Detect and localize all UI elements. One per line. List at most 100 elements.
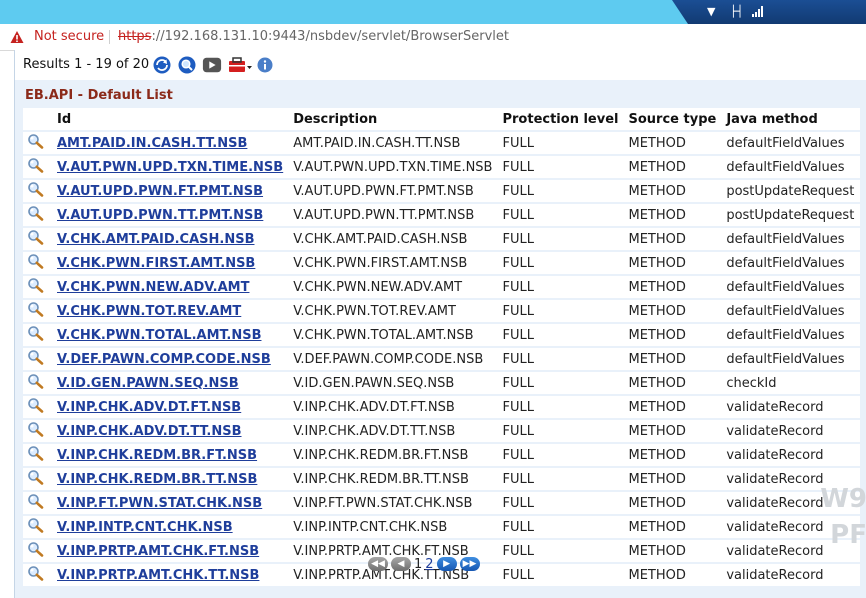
column-header-id: Id xyxy=(53,108,290,131)
table-row: V.INP.CHK.ADV.DT.FT.NSB V.INP.CHK.ADV.DT.… xyxy=(23,394,861,419)
source-type-cell: METHOD xyxy=(624,370,723,395)
warning-icon[interactable] xyxy=(10,30,24,44)
toolbox-icon[interactable] xyxy=(227,56,253,74)
record-id-cell: V.AUT.UPD.PWN.FT.PMT.NSB xyxy=(53,178,290,203)
record-id-link[interactable]: V.CHK.PWN.TOTAL.AMT.NSB xyxy=(57,328,261,343)
find-icon[interactable] xyxy=(177,56,197,74)
record-id-link[interactable]: V.INP.CHK.REDM.BR.FT.NSB xyxy=(57,448,257,463)
protection-level-cell: FULL xyxy=(498,154,625,179)
java-method-cell: validateRecord xyxy=(722,394,861,419)
record-id-link[interactable]: V.CHK.PWN.TOT.REV.AMT xyxy=(57,304,241,319)
record-id-link[interactable]: AMT.PAID.IN.CASH.TT.NSB xyxy=(57,136,247,151)
description-cell: V.AUT.UPD.PWN.FT.PMT.NSB xyxy=(289,178,499,203)
view-record-icon[interactable] xyxy=(23,538,53,563)
record-id-link[interactable]: V.INP.CHK.REDM.BR.TT.NSB xyxy=(57,472,257,487)
view-record-icon[interactable] xyxy=(23,250,53,275)
record-id-link[interactable]: V.INP.CHK.ADV.DT.TT.NSB xyxy=(57,424,242,439)
java-method-cell: defaultFieldValues xyxy=(722,226,861,251)
page-number-link[interactable]: 2 xyxy=(425,557,433,572)
view-record-icon[interactable] xyxy=(23,442,53,467)
table-header-row: Id Description Protection level Source t… xyxy=(23,108,861,131)
chevron-down-icon[interactable]: ▼ xyxy=(707,6,715,18)
view-record-icon[interactable] xyxy=(23,178,53,203)
record-id-cell: V.AUT.PWN.UPD.TXN.TIME.NSB xyxy=(53,154,290,179)
view-record-icon[interactable] xyxy=(23,130,53,155)
view-record-icon[interactable] xyxy=(23,370,53,395)
source-type-cell: METHOD xyxy=(624,418,723,443)
java-method-cell: defaultFieldValues xyxy=(722,298,861,323)
record-id-link[interactable]: V.CHK.AMT.PAID.CASH.NSB xyxy=(57,232,254,247)
column-header-icon xyxy=(23,108,53,131)
record-id-link[interactable]: V.INP.FT.PWN.STAT.CHK.NSB xyxy=(57,496,262,511)
view-record-icon[interactable] xyxy=(23,346,53,371)
description-cell: V.CHK.PWN.TOTAL.AMT.NSB xyxy=(289,322,499,347)
table-row: V.CHK.PWN.TOTAL.AMT.NSB V.CHK.PWN.TOTAL.A… xyxy=(23,322,861,347)
source-type-cell: METHOD xyxy=(624,250,723,275)
record-id-link[interactable]: V.CHK.PWN.FIRST.AMT.NSB xyxy=(57,256,255,271)
protection-level-cell: FULL xyxy=(498,538,625,563)
view-record-icon[interactable] xyxy=(23,154,53,179)
view-record-icon[interactable] xyxy=(23,274,53,299)
remote-connection-bar: ▼ ├┤ xyxy=(672,0,866,24)
view-record-icon[interactable] xyxy=(23,466,53,491)
description-cell: V.ID.GEN.PAWN.SEQ.NSB xyxy=(289,370,499,395)
record-id-cell: V.INP.CHK.ADV.DT.TT.NSB xyxy=(53,418,290,443)
source-type-cell: METHOD xyxy=(624,466,723,491)
security-status[interactable]: Not secure xyxy=(34,29,104,44)
view-record-icon[interactable] xyxy=(23,202,53,227)
protection-level-cell: FULL xyxy=(498,202,625,227)
record-id-link[interactable]: V.INP.PRTP.AMT.CHK.TT.NSB xyxy=(57,568,259,583)
view-record-icon[interactable] xyxy=(23,394,53,419)
protection-level-cell: FULL xyxy=(498,178,625,203)
pin-icon[interactable]: ├┤ xyxy=(730,6,743,18)
view-record-icon[interactable] xyxy=(23,298,53,323)
source-type-cell: METHOD xyxy=(624,298,723,323)
record-id-link[interactable]: V.CHK.PWN.NEW.ADV.AMT xyxy=(57,280,249,295)
url-text[interactable]: https://192.168.131.10:9443/nsbdev/servl… xyxy=(118,29,509,44)
protection-level-cell: FULL xyxy=(498,274,625,299)
next-page-icon[interactable]: ▶ xyxy=(436,557,457,571)
address-bar[interactable]: Not secure https://192.168.131.10:9443/n… xyxy=(0,24,866,51)
column-header-description: Description xyxy=(289,108,499,131)
list-title: EB.API - Default List xyxy=(25,88,173,103)
description-cell: V.INP.CHK.ADV.DT.TT.NSB xyxy=(289,418,499,443)
java-method-cell: checkId xyxy=(722,370,861,395)
description-cell: V.CHK.PWN.NEW.ADV.AMT xyxy=(289,274,499,299)
table-row: V.CHK.PWN.FIRST.AMT.NSB V.CHK.PWN.FIRST.A… xyxy=(23,250,861,275)
record-id-link[interactable]: V.INP.CHK.ADV.DT.FT.NSB xyxy=(57,400,241,415)
record-id-link[interactable]: V.DEF.PAWN.COMP.CODE.NSB xyxy=(57,352,271,367)
protection-level-cell: FULL xyxy=(498,562,625,586)
java-method-cell: defaultFieldValues xyxy=(722,154,861,179)
record-id-link[interactable]: V.ID.GEN.PAWN.SEQ.NSB xyxy=(57,376,239,391)
info-icon[interactable] xyxy=(255,56,275,74)
first-page-icon[interactable]: ◀◀ xyxy=(368,557,388,571)
view-record-icon[interactable] xyxy=(23,418,53,443)
content-area: Results 1 - 19 of 20 EB.API - Default Li… xyxy=(14,50,866,598)
record-id-link[interactable]: V.INP.INTP.CNT.CHK.NSB xyxy=(57,520,233,535)
description-cell: V.INP.FT.PWN.STAT.CHK.NSB xyxy=(289,490,499,515)
view-record-icon[interactable] xyxy=(23,226,53,251)
record-id-link[interactable]: V.INP.PRTP.AMT.CHK.FT.NSB xyxy=(57,544,259,559)
record-id-cell: V.CHK.PWN.TOTAL.AMT.NSB xyxy=(53,322,290,347)
refresh-icon[interactable] xyxy=(152,56,172,74)
table-row: V.AUT.UPD.PWN.FT.PMT.NSB V.AUT.UPD.PWN.FT… xyxy=(23,178,861,203)
protection-level-cell: FULL xyxy=(498,130,625,155)
record-id-link[interactable]: V.AUT.PWN.UPD.TXN.TIME.NSB xyxy=(57,160,283,175)
source-type-cell: METHOD xyxy=(624,154,723,179)
view-record-icon[interactable] xyxy=(23,322,53,347)
view-record-icon[interactable] xyxy=(23,562,53,586)
watermark-text: W9 xyxy=(820,484,866,514)
description-cell: V.INP.CHK.ADV.DT.FT.NSB xyxy=(289,394,499,419)
record-id-link[interactable]: V.AUT.UPD.PWN.FT.PMT.NSB xyxy=(57,184,263,199)
record-id-cell: V.CHK.PWN.TOT.REV.AMT xyxy=(53,298,290,323)
java-method-cell: defaultFieldValues xyxy=(722,274,861,299)
view-record-icon[interactable] xyxy=(23,514,53,539)
view-record-icon[interactable] xyxy=(23,490,53,515)
record-id-link[interactable]: V.AUT.UPD.PWN.TT.PMT.NSB xyxy=(57,208,263,223)
previous-page-icon[interactable]: ◀ xyxy=(391,557,411,571)
record-id-cell: V.CHK.AMT.PAID.CASH.NSB xyxy=(53,226,290,251)
last-page-icon[interactable]: ▶▶ xyxy=(459,557,480,571)
table-row: V.CHK.AMT.PAID.CASH.NSB V.CHK.AMT.PAID.CA… xyxy=(23,226,861,251)
protection-level-cell: FULL xyxy=(498,490,625,515)
forward-icon[interactable] xyxy=(202,56,222,74)
